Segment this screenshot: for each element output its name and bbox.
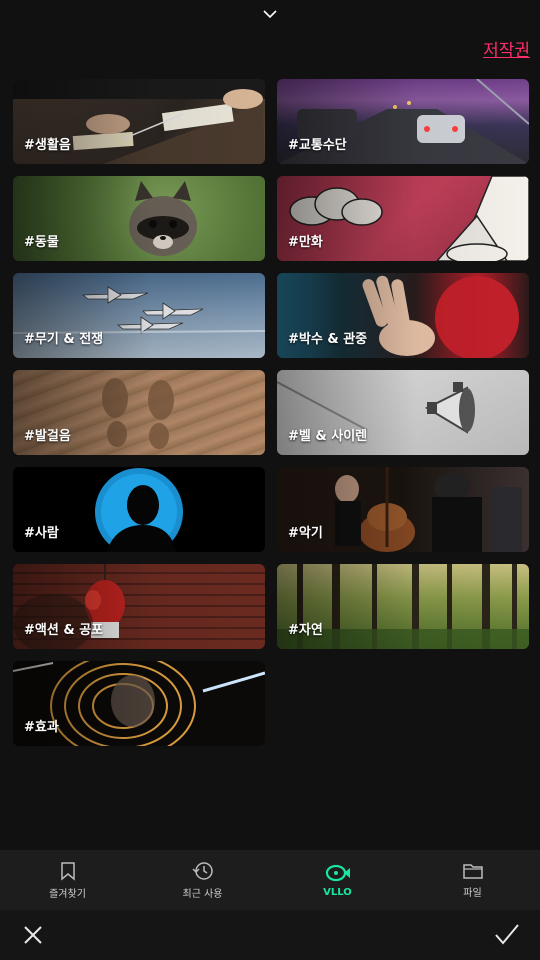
category-tile-action-horror[interactable]: #액션 & 공포 — [13, 564, 265, 649]
tab-label: VLLO — [323, 886, 352, 898]
tab-label: 즐겨찾기 — [49, 888, 86, 900]
category-tile-bells-sirens[interactable]: #벨 & 사이렌 — [277, 370, 529, 455]
chevron-down-icon — [263, 10, 277, 19]
tab-label: 파일 — [463, 887, 482, 899]
category-label: #교통수단 — [288, 138, 347, 153]
close-icon — [24, 926, 42, 944]
category-label: #생활음 — [24, 138, 71, 153]
tab-files[interactable]: 파일 — [405, 850, 540, 910]
history-icon — [191, 861, 213, 880]
category-label: #만화 — [288, 235, 323, 250]
check-icon — [495, 924, 519, 945]
tab-vllo[interactable]: VLLO — [270, 850, 405, 910]
folder-icon — [462, 863, 483, 879]
bookmark-icon — [60, 861, 75, 881]
category-tile-footsteps[interactable]: #발걸음 — [13, 370, 265, 455]
category-tile-transportation[interactable]: #교통수단 — [277, 79, 529, 164]
category-label: #발걸음 — [24, 429, 71, 444]
confirm-button[interactable] — [494, 922, 520, 950]
action-bar — [0, 910, 540, 960]
category-label: #자연 — [288, 623, 323, 638]
close-button[interactable] — [22, 924, 44, 950]
category-tile-applause-crowd[interactable]: #박수 & 관중 — [277, 273, 529, 358]
sound-category-grid: #생활음 #교통수단 #동물 #만화 #무기 & 전쟁 #박수 & 관중 #발걸… — [13, 79, 529, 746]
collapse-button[interactable] — [0, 0, 540, 28]
category-tile-weapons-war[interactable]: #무기 & 전쟁 — [13, 273, 265, 358]
tab-label: 최근 사용 — [182, 888, 223, 900]
category-label: #동물 — [24, 235, 59, 250]
tab-recent[interactable]: 최근 사용 — [135, 850, 270, 910]
vllo-logo-icon — [325, 864, 350, 881]
category-tile-cartoon[interactable]: #만화 — [277, 176, 529, 261]
category-label: #무기 & 전쟁 — [24, 332, 104, 347]
category-tile-people[interactable]: #사람 — [13, 467, 265, 552]
tab-favorites[interactable]: 즐겨찾기 — [0, 850, 135, 910]
category-tile-instruments[interactable]: #악기 — [277, 467, 529, 552]
category-label: #벨 & 사이렌 — [288, 429, 368, 444]
category-tile-animals[interactable]: #동물 — [13, 176, 265, 261]
category-tile-effects[interactable]: #효과 — [13, 661, 265, 746]
category-label: #악기 — [288, 526, 323, 541]
bottom-tab-bar: 즐겨찾기 최근 사용 VLLO 파일 — [0, 850, 540, 910]
category-label: #효과 — [24, 720, 59, 735]
category-tile-nature[interactable]: #자연 — [277, 564, 529, 649]
category-tile-daily-life[interactable]: #생활음 — [13, 79, 265, 164]
category-label: #박수 & 관중 — [288, 332, 368, 347]
category-label: #사람 — [24, 526, 59, 541]
category-label: #액션 & 공포 — [24, 623, 104, 638]
copyright-link[interactable]: 저작권 — [483, 36, 530, 61]
